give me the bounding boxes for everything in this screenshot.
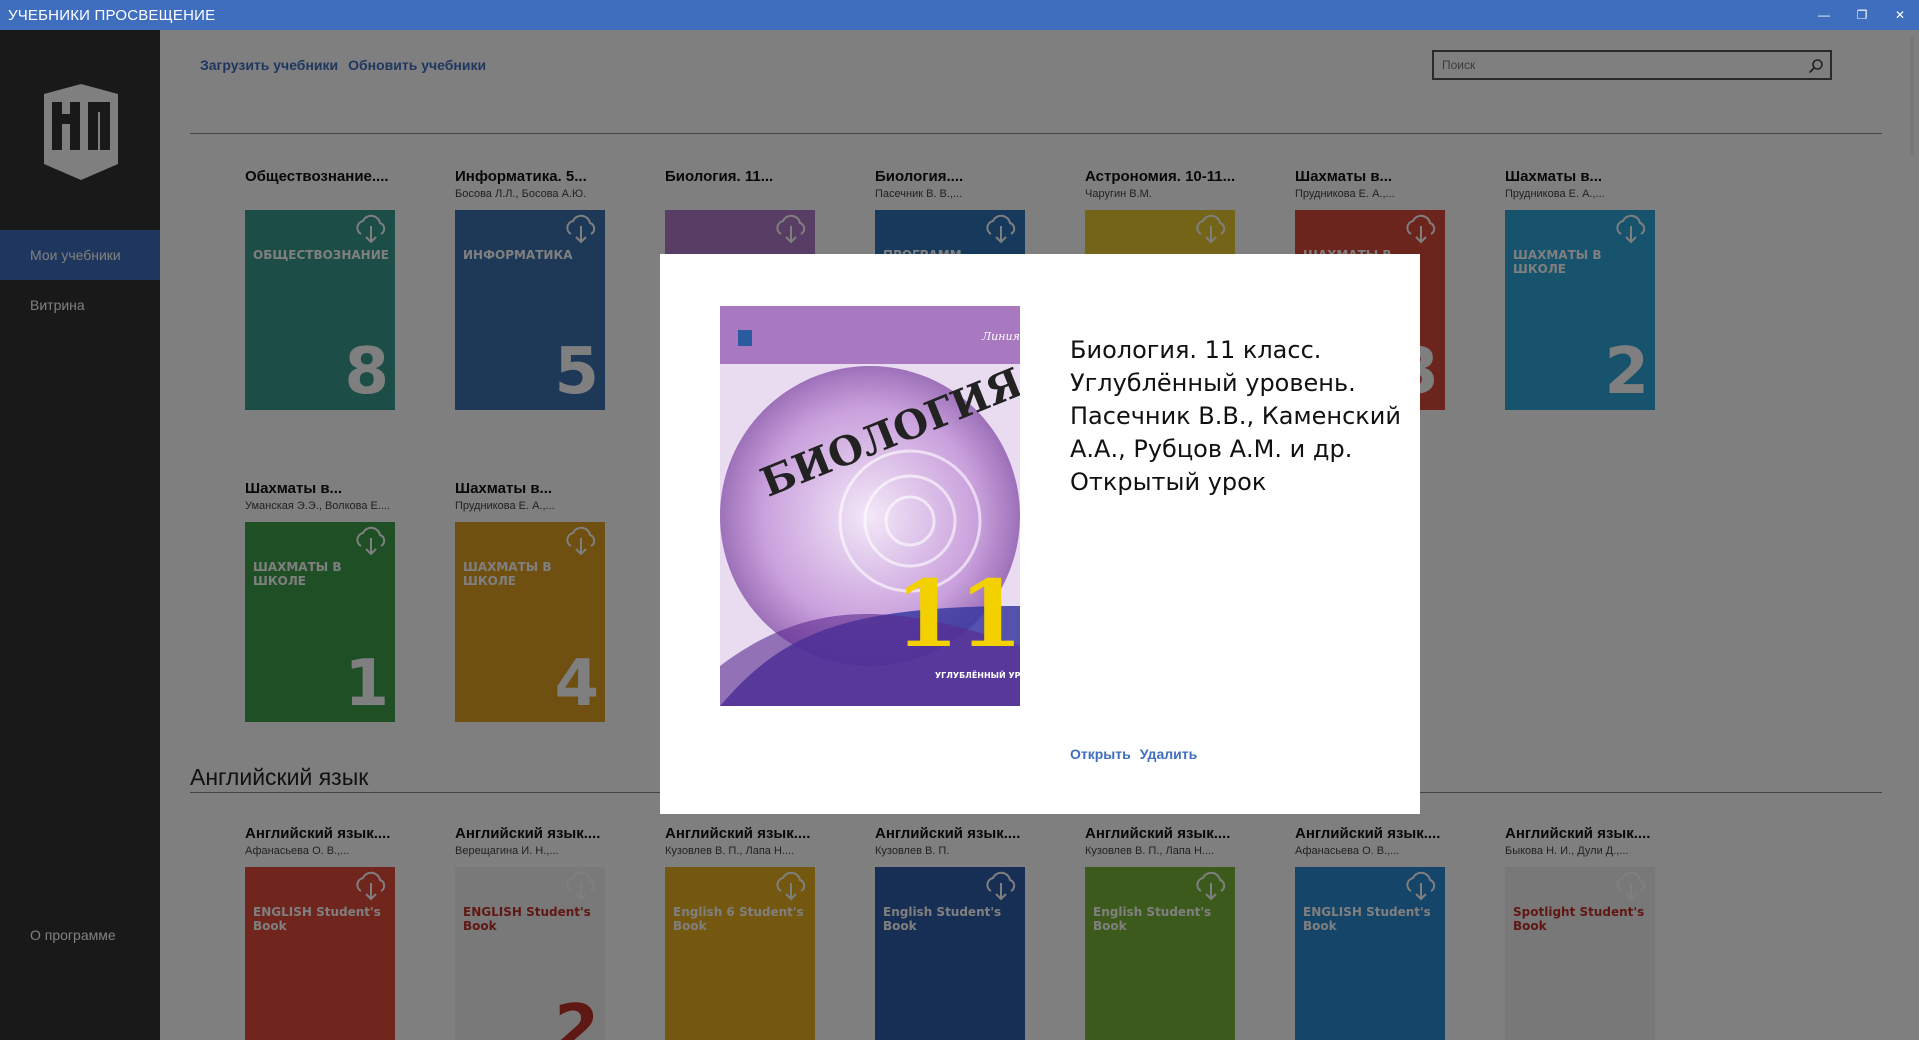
minimize-button[interactable]: —	[1805, 0, 1843, 30]
book-description-line: Пасечник В.В., Каменский	[1070, 402, 1401, 430]
cover-series-text: Линия жизни	[981, 330, 1020, 343]
window-title: УЧЕБНИКИ ПРОСВЕЩЕНИЕ	[8, 6, 216, 24]
book-description-line: Углублённый уровень.	[1070, 369, 1356, 397]
scrollbar-thumb[interactable]	[1910, 36, 1914, 156]
book-description: Биология. 11 класс. Углублённый уровень.…	[1070, 334, 1401, 499]
cover-level-text: УГЛУБЛЁННЫЙ УРОВЕНЬ	[935, 669, 1020, 680]
restore-button[interactable]: ❐	[1843, 0, 1881, 30]
book-details-dialog: Линия жизни БИОЛОГИЯ 11 УГЛУБЛЁННЫЙ УРОВ…	[660, 254, 1420, 814]
cover-number-text: 11	[895, 560, 1020, 668]
title-bar: УЧЕБНИКИ ПРОСВЕЩЕНИЕ — ❐ ✕	[0, 0, 1919, 30]
dialog-actions: Открыть Удалить	[1070, 746, 1197, 762]
open-button[interactable]: Открыть	[1070, 746, 1131, 762]
close-button[interactable]: ✕	[1881, 0, 1919, 30]
delete-button[interactable]: Удалить	[1140, 746, 1197, 762]
book-description-line: Открытый урок	[1070, 468, 1267, 496]
book-description-line: А.А., Рубцов А.М. и др.	[1070, 435, 1353, 463]
scrollbar[interactable]	[1905, 30, 1919, 1040]
window-controls: — ❐ ✕	[1805, 0, 1919, 30]
book-description-line: Биология. 11 класс.	[1070, 336, 1322, 364]
book-cover-large: Линия жизни БИОЛОГИЯ 11 УГЛУБЛЁННЫЙ УРОВ…	[720, 306, 1020, 706]
